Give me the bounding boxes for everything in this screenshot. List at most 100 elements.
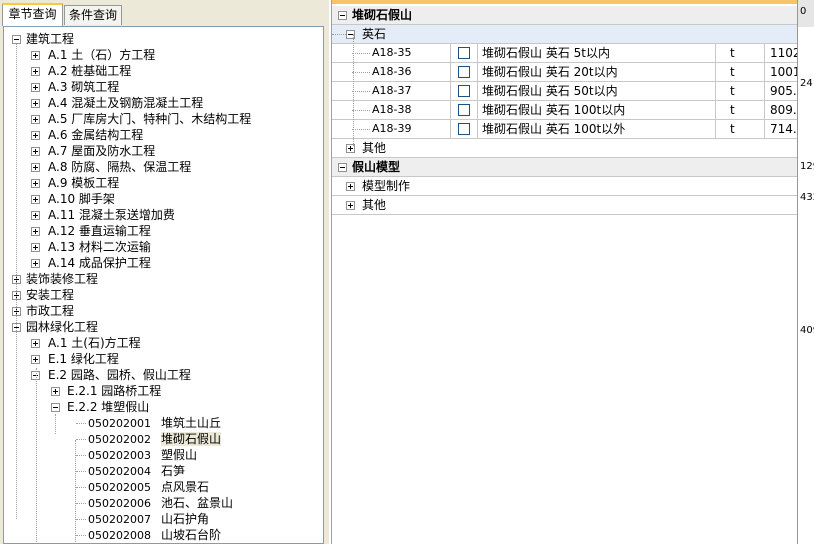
tree-node[interactable]: A.8 防腐、隔热、保温工程	[4, 159, 323, 175]
tree-node[interactable]: A.12 垂直运输工程	[4, 223, 323, 239]
group-row[interactable]: 其他	[332, 139, 798, 158]
tree-node-label[interactable]: 市政工程	[26, 303, 74, 319]
tree-node-label[interactable]: A.1 土(石)方工程	[48, 335, 141, 351]
tree-node-label[interactable]: 050202004 石笋	[88, 463, 185, 480]
collapse-icon[interactable]	[338, 163, 347, 172]
tree-node-label[interactable]: A.7 屋面及防水工程	[48, 143, 155, 159]
tree-node-label[interactable]: A.1 土（石）方工程	[48, 47, 155, 63]
row-checkbox[interactable]	[458, 123, 470, 135]
tree-node[interactable]: 050202006 池石、盆景山	[4, 495, 323, 511]
expand-icon[interactable]	[31, 83, 40, 92]
expand-icon[interactable]	[31, 211, 40, 220]
tree-node[interactable]: A.1 土(石)方工程	[4, 335, 323, 351]
row-checkbox[interactable]	[458, 85, 470, 97]
tree-node-label[interactable]: A.2 桩基础工程	[48, 63, 131, 79]
group-row[interactable]: 英石	[332, 25, 798, 44]
expand-icon[interactable]	[31, 51, 40, 60]
tree-node[interactable]: 050202002 堆砌石假山	[4, 431, 323, 447]
tree-node[interactable]: A.6 金属结构工程	[4, 127, 323, 143]
tree-node[interactable]: A.11 混凝土泵送增加费	[4, 207, 323, 223]
tree-node[interactable]: A.10 脚手架	[4, 191, 323, 207]
row-checkbox[interactable]	[458, 104, 470, 116]
expand-icon[interactable]	[31, 115, 40, 124]
tree-node-label[interactable]: A.9 模板工程	[48, 175, 119, 191]
tree-node[interactable]: 050202001 堆筑土山丘	[4, 415, 323, 431]
tree-node-label[interactable]: 园林绿化工程	[26, 319, 98, 335]
tree-node[interactable]: A.4 混凝土及钢筋混凝土工程	[4, 95, 323, 111]
tree-node[interactable]: 装饰装修工程	[4, 271, 323, 287]
expand-icon[interactable]	[31, 259, 40, 268]
tree-node[interactable]: 050202005 点风景石	[4, 479, 323, 495]
expand-icon[interactable]	[51, 387, 60, 396]
expand-icon[interactable]	[31, 99, 40, 108]
tree-node[interactable]: A.3 砌筑工程	[4, 79, 323, 95]
tree-node-label[interactable]: 050202003 塑假山	[88, 447, 197, 464]
tree-node-label[interactable]: E.2 园路、园桥、假山工程	[48, 367, 191, 383]
tree-node[interactable]: A.7 屋面及防水工程	[4, 143, 323, 159]
expand-icon[interactable]	[346, 201, 355, 210]
quota-row[interactable]: A18-36 堆砌石假山 英石 20t以内 t 1001	[332, 63, 801, 82]
tree-node[interactable]: 园林绿化工程	[4, 319, 323, 335]
tree-node[interactable]: A.13 材料二次运输	[4, 239, 323, 255]
expand-icon[interactable]	[31, 147, 40, 156]
collapse-icon[interactable]	[12, 35, 21, 44]
row-checkbox[interactable]	[458, 47, 470, 59]
tab-condition-query[interactable]: 条件查询	[64, 5, 122, 25]
tree-node-label[interactable]: 050202005 点风景石	[88, 479, 209, 496]
tree-node[interactable]: 建筑工程	[4, 31, 323, 47]
tree-node-label[interactable]: A.4 混凝土及钢筋混凝土工程	[48, 95, 203, 111]
expand-icon[interactable]	[31, 355, 40, 364]
quota-row[interactable]: A18-38 堆砌石假山 英石 100t以内 t 809.	[332, 101, 798, 120]
tree-node-label[interactable]: 装饰装修工程	[26, 271, 98, 287]
tree-node[interactable]: E.1 绿化工程	[4, 351, 323, 367]
tree-node-label[interactable]: A.5 厂库房大门、特种门、木结构工程	[48, 111, 251, 127]
tree-node[interactable]: E.2 园路、园桥、假山工程	[4, 367, 323, 383]
tree-node[interactable]: 050202007 山石护角	[4, 511, 323, 527]
tree-node-label[interactable]: A.11 混凝土泵送增加费	[48, 207, 175, 223]
expand-icon[interactable]	[31, 227, 40, 236]
splitter[interactable]	[324, 26, 329, 544]
row-checkbox[interactable]	[458, 66, 470, 78]
collapse-icon[interactable]	[338, 11, 347, 20]
group-row[interactable]: 堆砌石假山	[332, 6, 798, 25]
tree-node-label[interactable]: 050202001 堆筑土山丘	[88, 415, 221, 432]
quota-row[interactable]: A18-37 堆砌石假山 英石 50t以内 t 905.	[332, 82, 798, 101]
tree-node-label[interactable]: A.13 材料二次运输	[48, 239, 151, 255]
tree-node-label[interactable]: A.14 成品保护工程	[48, 255, 151, 271]
chapter-tree[interactable]: 建筑工程 A.1 土（石）方工程 A.2 桩基础工程 A.3 砌筑工程 A.4 混凝土及…	[3, 26, 324, 544]
tree-node-label[interactable]: E.1 绿化工程	[48, 351, 119, 367]
tree-node-label[interactable]: 050202002 堆砌石假山	[88, 431, 222, 448]
tree-node-label[interactable]: E.2.1 园路桥工程	[67, 383, 161, 399]
tab-chapter-query[interactable]: 章节查询	[2, 3, 63, 26]
tree-node-label[interactable]: 050202007 山石护角	[88, 511, 209, 528]
expand-icon[interactable]	[31, 131, 40, 140]
tree-node[interactable]: A.2 桩基础工程	[4, 63, 323, 79]
tree-node[interactable]: E.2.2 堆塑假山	[4, 399, 323, 415]
tree-node[interactable]: 050202008 山坡石台阶	[4, 527, 323, 543]
quota-row[interactable]: A18-35 堆砌石假山 英石 5t以内 t 1102	[332, 44, 801, 63]
tree-node[interactable]: E.2.1 园路桥工程	[4, 383, 323, 399]
expand-icon[interactable]	[31, 195, 40, 204]
tree-node-label[interactable]: A.3 砌筑工程	[48, 79, 119, 95]
tree-node[interactable]: A.9 模板工程	[4, 175, 323, 191]
expand-icon[interactable]	[31, 243, 40, 252]
tree-node[interactable]: A.1 土（石）方工程	[4, 47, 323, 63]
tree-node-label[interactable]: A.6 金属结构工程	[48, 127, 143, 143]
tree-node-label[interactable]: 安装工程	[26, 287, 74, 303]
quota-row[interactable]: A18-39 堆砌石假山 英石 100t以外 t 714.	[332, 120, 798, 139]
tree-node-label[interactable]: 050202008 山坡石台阶	[88, 527, 221, 543]
tree-node-label[interactable]: E.2.2 堆塑假山	[67, 399, 149, 415]
tree-node-label[interactable]: 建筑工程	[26, 31, 74, 47]
tree-node[interactable]: A.14 成品保护工程	[4, 255, 323, 271]
tree-node[interactable]: 050202004 石笋	[4, 463, 323, 479]
tree-node-label[interactable]: A.12 垂直运输工程	[48, 223, 151, 239]
tree-node-label[interactable]: A.10 脚手架	[48, 191, 115, 207]
tree-node-label[interactable]: 050202006 池石、盆景山	[88, 495, 233, 512]
tree-node[interactable]: 安装工程	[4, 287, 323, 303]
tree-node-label[interactable]: A.8 防腐、隔热、保温工程	[48, 159, 191, 175]
expand-icon[interactable]	[31, 339, 40, 348]
group-row[interactable]: 其他	[332, 196, 798, 215]
expand-icon[interactable]	[31, 163, 40, 172]
expand-icon[interactable]	[346, 182, 355, 191]
expand-icon[interactable]	[31, 67, 40, 76]
